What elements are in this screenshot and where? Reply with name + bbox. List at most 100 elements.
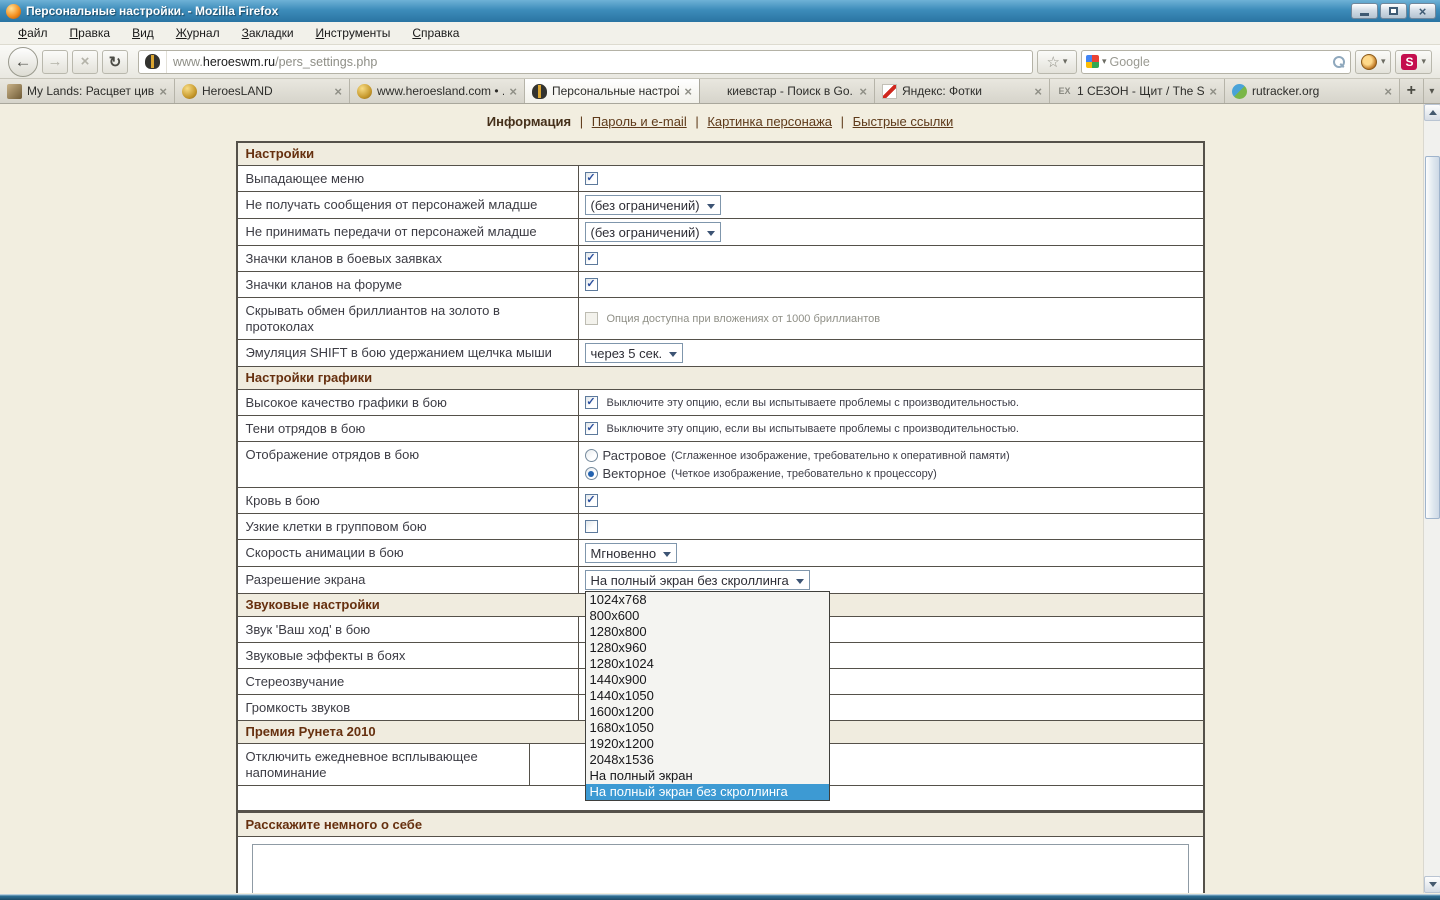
settings-nav-2[interactable]: Пароль и e-mail	[592, 114, 687, 129]
select-dropdown[interactable]: Мгновенно	[585, 543, 678, 563]
menubar-item-файл[interactable]: Файл	[8, 23, 58, 43]
url-bar[interactable]: www.heroeswm.ru/pers_settings.php	[138, 50, 1033, 74]
setting-label: Разрешение экрана	[238, 567, 579, 593]
resolution-option[interactable]: 1920x1200	[586, 736, 829, 752]
vertical-scrollbar[interactable]	[1423, 104, 1440, 893]
restore-icon	[1389, 7, 1398, 15]
reload-button[interactable]: ↻	[102, 50, 128, 74]
menu-bar: ФайлПравкаВидЖурналЗакладкиИнструментыСп…	[0, 22, 1440, 45]
restore-button[interactable]	[1380, 3, 1407, 19]
tab-close-icon[interactable]: ×	[859, 84, 867, 99]
select-dropdown[interactable]: (без ограничений)	[585, 195, 721, 215]
tab-close-icon[interactable]: ×	[159, 84, 167, 99]
settings-row: Скрывать обмен бриллиантов на золото в п…	[238, 298, 1203, 340]
chevron-down-icon	[663, 552, 671, 557]
resolution-option[interactable]: 1280x1024	[586, 656, 829, 672]
tab-label: www.heroesland.com • ...	[377, 84, 504, 98]
scroll-down-button[interactable]	[1424, 876, 1440, 893]
bookmark-star-button[interactable]: ☆ ▾	[1037, 50, 1077, 74]
rutracker-favicon-icon	[1232, 84, 1247, 99]
tab-close-icon[interactable]: ×	[684, 84, 692, 99]
new-tab-button[interactable]: +	[1400, 79, 1424, 103]
tab-3[interactable]: www.heroesland.com • ... ×	[350, 79, 525, 103]
site-identity-chip[interactable]	[139, 51, 167, 73]
resolution-option[interactable]: 1440x900	[586, 672, 829, 688]
select-dropdown[interactable]: через 5 сек.	[585, 343, 684, 363]
tab-1[interactable]: My Lands: Расцвет цив...×	[0, 79, 175, 103]
checkbox[interactable]: ✓	[585, 172, 598, 185]
stop-icon: ×	[81, 53, 90, 70]
tab-2[interactable]: HeroesLAND×	[175, 79, 350, 103]
url-text[interactable]: www.heroeswm.ru/pers_settings.php	[167, 55, 377, 69]
settings-nav-4[interactable]: Быстрые ссылки	[853, 114, 954, 129]
scroll-up-button[interactable]	[1424, 104, 1440, 121]
setting-label: Звук 'Ваш ход' в бою	[238, 617, 579, 642]
search-box[interactable]: ▾	[1081, 50, 1351, 74]
tab-close-icon[interactable]: ×	[334, 84, 342, 99]
forward-icon: →	[48, 53, 63, 70]
checkbox[interactable]: ✓	[585, 422, 598, 435]
checkbox[interactable]: ✓	[585, 396, 598, 409]
resolution-option[interactable]: На полный экран	[586, 768, 829, 784]
close-button[interactable]: ×	[1409, 3, 1436, 19]
tab-5[interactable]: киевстар - Поиск в Go...×	[700, 79, 875, 103]
setting-label: Тени отрядов в бою	[238, 416, 579, 441]
checkbox[interactable]	[585, 520, 598, 533]
setting-value-cell: Растровое(Сглаженное изображение, требов…	[579, 442, 1203, 487]
select-dropdown[interactable]: (без ограничений)	[585, 222, 721, 242]
select-dropdown[interactable]: На полный экран без скроллинга1024x76880…	[585, 570, 810, 590]
tab-close-icon[interactable]: ×	[1034, 84, 1042, 99]
resolution-option[interactable]: На полный экран без скроллинга	[586, 784, 829, 800]
tab-6[interactable]: Яндекс: Фотки×	[875, 79, 1050, 103]
minimize-button[interactable]	[1351, 3, 1378, 19]
tab-4[interactable]: Персональные настрой...×	[525, 79, 700, 103]
radio-button[interactable]	[585, 467, 598, 480]
monkey-dropdown-icon: ▾	[1381, 56, 1386, 67]
checkbox[interactable]: ✓	[585, 494, 598, 507]
search-magnifier-icon[interactable]	[1333, 56, 1344, 67]
resolution-option[interactable]: 1600x1200	[586, 704, 829, 720]
setting-value-cell: ✓	[579, 272, 1203, 297]
radio-button[interactable]	[585, 449, 598, 462]
menubar-item-инструменты[interactable]: Инструменты	[306, 23, 401, 43]
about-textarea[interactable]	[252, 844, 1189, 893]
checkbox[interactable]: ✓	[585, 252, 598, 265]
stop-button[interactable]: ×	[72, 50, 98, 74]
back-button[interactable]: ←	[8, 47, 38, 77]
section-header: Настройки графики	[238, 367, 1203, 390]
menubar-item-журнал[interactable]: Журнал	[166, 23, 230, 43]
monkey-addon-button[interactable]: ▾	[1355, 50, 1392, 74]
setting-label: Отключить ежедневное всплывающее напомин…	[238, 744, 530, 785]
resolution-option[interactable]: 1280x960	[586, 640, 829, 656]
radio-group: Растровое(Сглаженное изображение, требов…	[585, 445, 1010, 484]
gold-favicon-icon	[357, 84, 372, 99]
resolution-option[interactable]: 800x600	[586, 608, 829, 624]
close-icon: ×	[1419, 5, 1427, 18]
checkbox[interactable]: ✓	[585, 278, 598, 291]
s-addon-button[interactable]: S ▾	[1395, 50, 1432, 74]
tab-close-icon[interactable]: ×	[1209, 84, 1217, 99]
reload-icon: ↻	[109, 53, 122, 71]
tab-close-icon[interactable]: ×	[1384, 84, 1392, 99]
tab-8[interactable]: rutracker.org×	[1225, 79, 1400, 103]
tab-7[interactable]: EX1 СЕЗОН - Щит / The Sh...×	[1050, 79, 1225, 103]
checkbox[interactable]	[585, 312, 598, 325]
resolution-option[interactable]: 2048x1536	[586, 752, 829, 768]
resolution-option[interactable]: 1024x768	[586, 592, 829, 608]
s-logo-icon: S	[1401, 54, 1417, 70]
about-section: Расскажите немного о себе	[236, 812, 1205, 893]
menubar-item-правка[interactable]: Правка	[60, 23, 121, 43]
resolution-option[interactable]: 1440x1050	[586, 688, 829, 704]
scrollbar-thumb[interactable]	[1425, 156, 1440, 519]
search-input[interactable]	[1109, 55, 1329, 69]
settings-nav-3[interactable]: Картинка персонажа	[707, 114, 832, 129]
about-body	[238, 837, 1203, 893]
menubar-item-вид[interactable]: Вид	[122, 23, 164, 43]
resolution-option[interactable]: 1280x800	[586, 624, 829, 640]
resolution-option[interactable]: 1680x1050	[586, 720, 829, 736]
menubar-item-справка[interactable]: Справка	[402, 23, 469, 43]
all-tabs-dropdown-icon[interactable]: ▾	[1424, 79, 1440, 103]
tab-close-icon[interactable]: ×	[509, 84, 517, 99]
menubar-item-закладки[interactable]: Закладки	[232, 23, 304, 43]
forward-button[interactable]: →	[42, 50, 68, 74]
